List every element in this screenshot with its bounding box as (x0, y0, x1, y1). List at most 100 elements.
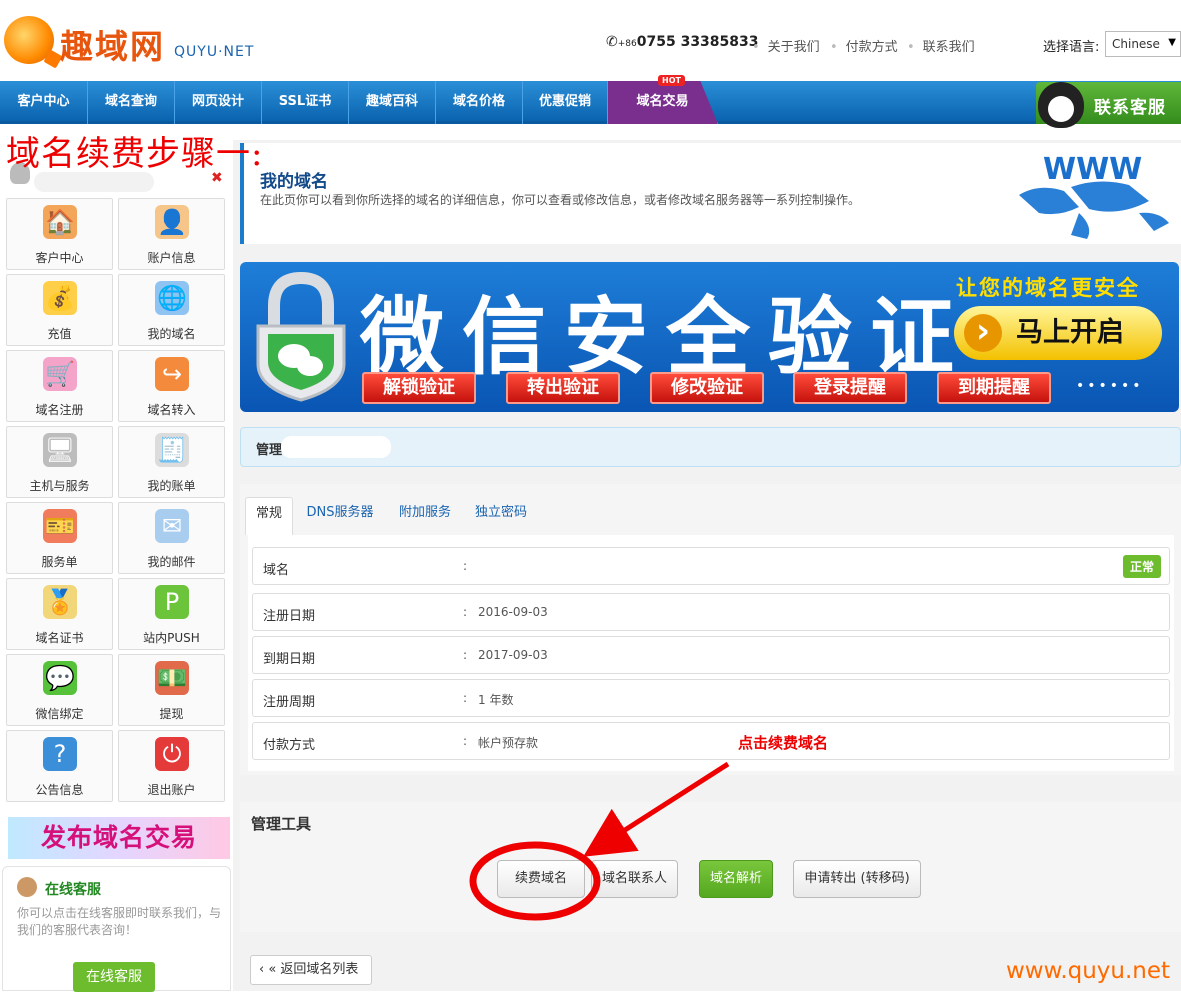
detail-colon: : (463, 559, 468, 573)
tab-dns[interactable]: DNS服务器 (302, 497, 378, 535)
wechat-icon: 💬 (43, 661, 77, 695)
detail-key: 注册日期 (263, 609, 316, 624)
carousel-dots[interactable]: •••••• (1076, 378, 1144, 394)
sidebar-item-mail[interactable]: ✉ 我的邮件 (118, 502, 225, 574)
sidebar-item-push[interactable]: P 站内PUSH (118, 578, 225, 650)
language-label: 选择语言: (1043, 40, 1100, 55)
brand-name: 趣域网 (60, 27, 165, 66)
sidebar-item-cash[interactable]: 💵 提现 (118, 654, 225, 726)
sidebar-item-label: 公告信息 (35, 783, 84, 797)
nav-domain-price[interactable]: 域名价格 (436, 81, 523, 124)
sidebar-item-label: 充值 (47, 327, 72, 341)
main-nav: 客户中心 域名查询 网页设计 SSL证书 趣域百科 域名价格 优惠促销 域名交易 (0, 81, 1181, 124)
detail-colon: : (463, 605, 468, 619)
sidebar-item-globe[interactable]: 🌐 我的域名 (118, 274, 225, 346)
language-value: Chinese (1112, 37, 1160, 51)
watermark: www.quyu.net (1006, 958, 1171, 984)
sidebar-item-label: 微信绑定 (35, 707, 84, 721)
tab-password[interactable]: 独立密码 (468, 497, 534, 535)
nav-promotions[interactable]: 优惠促销 (523, 81, 608, 124)
publish-domain-trade-banner[interactable]: 发布域名交易 (8, 817, 230, 859)
annotation-text: 点击续费域名 (738, 734, 829, 752)
management-tools: 管理工具 续费域名 域名联系人 域名解析 申请转出 (转移码) (240, 802, 1181, 932)
online-service-title: 在线客服 (45, 882, 101, 898)
domain-details-panel: 常规 DNS服务器 附加服务 独立密码 域名 : 正常 注册日期 : 2016-… (240, 484, 1181, 775)
ticket-icon: 🎫 (43, 509, 77, 543)
unlock-verify-button[interactable]: 解锁验证 (362, 372, 476, 404)
login-alert-button[interactable]: 登录提醒 (793, 372, 907, 404)
nav-domain-search[interactable]: 域名查询 (88, 81, 175, 124)
back-label: « 返回域名列表 (268, 962, 359, 977)
nav-ssl[interactable]: SSL证书 (262, 81, 349, 124)
detail-value: 2017-09-03 (478, 648, 548, 662)
sidebar-item-user[interactable]: 👤 账户信息 (118, 198, 225, 270)
enable-now-button[interactable]: 马上开启 (954, 306, 1162, 360)
back-to-list-button[interactable]: ‹ « 返回域名列表 (250, 955, 372, 985)
sidebar-item-label: 我的域名 (147, 327, 196, 341)
expiry-alert-button[interactable]: 到期提醒 (937, 372, 1051, 404)
sidebar-item-house[interactable]: 🏠 客户中心 (6, 198, 113, 270)
online-service-button[interactable]: 在线客服 (73, 962, 155, 992)
phone-prefix: +86 (617, 39, 637, 49)
detail-colon: : (463, 648, 468, 662)
modify-verify-button[interactable]: 修改验证 (650, 372, 764, 404)
phone-text: 0755 33385833 (636, 34, 759, 50)
status-badge: 正常 (1122, 555, 1161, 578)
manage-title: 管理 (256, 443, 283, 458)
nav-domain-trade[interactable]: 域名交易 (608, 81, 718, 124)
bill-icon: 🧾 (155, 433, 189, 467)
transfer-verify-button[interactable]: 转出验证 (506, 372, 620, 404)
world-map-icon: WWW (1019, 152, 1169, 239)
brand-name-en: QUYU·NET (174, 44, 255, 60)
tab-addons[interactable]: 附加服务 (391, 497, 459, 535)
sidebar-item-label: 服务单 (41, 555, 78, 569)
nav-web-design[interactable]: 网页设计 (175, 81, 262, 124)
sidebar-item-ticket[interactable]: 🎫 服务单 (6, 502, 113, 574)
nav-client-center[interactable]: 客户中心 (0, 81, 88, 124)
online-service-desc: 你可以点击在线客服即时联系我们，与我们的客服代表咨询！ (17, 906, 222, 937)
cart-icon: 🛒 (43, 357, 77, 391)
sidebar-item-label: 退出账户 (147, 783, 196, 797)
power-icon: ⏻ (155, 737, 189, 771)
sidebar-item-coins[interactable]: 💰 充值 (6, 274, 113, 346)
qq-penguin-icon (1038, 82, 1084, 128)
detail-colon: : (463, 691, 468, 705)
domain-dns-button[interactable]: 域名解析 (699, 860, 773, 898)
nav-wiki[interactable]: 趣域百科 (349, 81, 436, 124)
sidebar-item-power[interactable]: ⏻ 退出账户 (118, 730, 225, 802)
renew-domain-button[interactable]: 续费域名 (497, 860, 585, 898)
sidebar-item-label: 域名证书 (35, 631, 84, 645)
site-logo[interactable]: 趣域网 QUYU·NET (4, 14, 274, 70)
server-icon: 🖥 (43, 433, 77, 467)
sidebar-item-cart[interactable]: 🛒 域名注册 (6, 350, 113, 422)
link-about[interactable]: 关于我们 (752, 36, 820, 55)
link-contact[interactable]: 联系我们 (907, 36, 975, 55)
sidebar-item-label: 我的邮件 (147, 555, 196, 569)
contact-service-label: 联系客服 (1094, 98, 1166, 118)
sidebar-item-wechat[interactable]: 💬 微信绑定 (6, 654, 113, 726)
sidebar-item-server[interactable]: 🖥 主机与服务 (6, 426, 113, 498)
sidebar-item-bill[interactable]: 🧾 我的账单 (118, 426, 225, 498)
sidebar-item-certificate[interactable]: 🏅 域名证书 (6, 578, 113, 650)
sidebar-item-question[interactable]: ? 公告信息 (6, 730, 113, 802)
domain-name-redacted (281, 436, 391, 458)
link-payment[interactable]: 付款方式 (830, 36, 898, 55)
tab-general[interactable]: 常规 (245, 497, 293, 535)
detail-key: 注册周期 (263, 695, 316, 710)
wechat-security-banner[interactable]: 微信安全验证 让您的域名更安全 马上开启 解锁验证 转出验证 修改验证 登录提醒… (240, 262, 1179, 412)
user-icon: 👤 (155, 205, 189, 239)
domain-contact-button[interactable]: 域名联系人 (591, 860, 678, 898)
tools-title: 管理工具 (251, 815, 312, 833)
transfer-out-button[interactable]: 申请转出 (转移码) (793, 860, 921, 898)
manage-bar: 管理 (240, 427, 1181, 467)
sidebar-item-label: 客户中心 (35, 251, 84, 265)
language-select[interactable]: Chinese (1105, 31, 1181, 57)
service-agent-icon (17, 877, 37, 897)
domain-header: 我的域名 在此页你可以看到你所选择的域名的详细信息，你可以查看或修改信息，或者修… (240, 143, 1181, 244)
certificate-icon: 🏅 (43, 585, 77, 619)
contact-service-button[interactable]: 联系客服 (1036, 82, 1181, 128)
sidebar-item-transfer[interactable]: ↪ 域名转入 (118, 350, 225, 422)
banner-slogan: 让您的域名更安全 (956, 276, 1140, 300)
transfer-icon: ↪ (155, 357, 189, 391)
page-description: 在此页你可以看到你所选择的域名的详细信息，你可以查看或修改信息，或者修改域名服务… (260, 193, 861, 207)
